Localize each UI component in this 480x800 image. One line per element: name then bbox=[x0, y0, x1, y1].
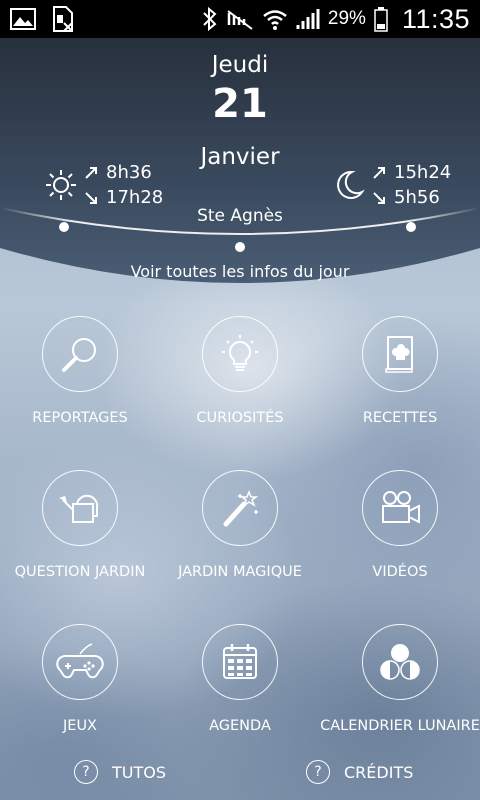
battery-percent: 29% bbox=[327, 8, 366, 29]
sunrise-time: 8h36 bbox=[106, 162, 152, 183]
battery-icon bbox=[374, 7, 388, 32]
sim-icon bbox=[53, 6, 73, 32]
set-arrow-icon bbox=[85, 191, 97, 204]
tutos-button[interactable]: ? TUTOS bbox=[74, 760, 166, 784]
menu-item-agenda[interactable]: AGENDA bbox=[160, 624, 320, 734]
clock: 11:35 bbox=[401, 3, 470, 34]
wifi-icon bbox=[263, 10, 287, 30]
mute-icon bbox=[227, 10, 253, 30]
menu-item-jardin-magique[interactable]: JARDIN MAGIQUE bbox=[160, 470, 320, 580]
calendar-icon bbox=[223, 644, 257, 679]
rise-arrow-icon bbox=[85, 166, 97, 179]
menu-icon-circle bbox=[42, 470, 118, 546]
tutos-label: TUTOS bbox=[112, 762, 167, 782]
rise-arrow-icon bbox=[373, 166, 385, 179]
moonset-time: 5h56 bbox=[394, 187, 440, 208]
menu-label: CURIOSITÉS bbox=[196, 410, 284, 426]
magic-wand-icon bbox=[223, 489, 259, 527]
help-icon: ? bbox=[74, 760, 98, 784]
menu-label: JARDIN MAGIQUE bbox=[178, 564, 302, 580]
menu-icon-circle bbox=[362, 316, 438, 392]
magnifier-icon bbox=[62, 338, 96, 372]
status-bar: 29% 11:35 bbox=[0, 0, 480, 38]
menu-label: CALENDRIER LUNAIRE bbox=[320, 718, 480, 734]
watering-can-icon bbox=[59, 494, 99, 523]
set-arrow-icon bbox=[373, 191, 385, 204]
menu-item-jeux[interactable]: JEUX bbox=[0, 624, 160, 734]
menu-icon-circle bbox=[202, 316, 278, 392]
date-block[interactable]: Jeudi 21 bbox=[0, 52, 480, 128]
moonrise-time: 15h24 bbox=[394, 162, 452, 183]
menu-label: VIDÉOS bbox=[372, 564, 428, 580]
menu-icon-circle bbox=[362, 624, 438, 700]
sun-icon bbox=[46, 170, 76, 200]
menu-label: JEUX bbox=[63, 718, 97, 734]
menu-icon-circle bbox=[202, 624, 278, 700]
video-camera-icon bbox=[382, 491, 420, 524]
menu-label: RECETTES bbox=[362, 410, 438, 426]
moon-times: 15h24 5h56 bbox=[332, 160, 451, 210]
day-name: Jeudi bbox=[211, 52, 269, 78]
recipe-book-icon bbox=[385, 336, 413, 373]
credits-button[interactable]: ? CRÉDITS bbox=[306, 760, 413, 784]
menu-item-curiosites[interactable]: CURIOSITÉS bbox=[160, 316, 320, 426]
signal-icon bbox=[296, 9, 320, 29]
menu-icon-circle bbox=[42, 316, 118, 392]
credits-label: CRÉDITS bbox=[344, 762, 414, 782]
help-icon: ? bbox=[306, 760, 330, 784]
menu-icon-circle bbox=[202, 470, 278, 546]
menu-icon-circle bbox=[42, 624, 118, 700]
moon-phases-icon bbox=[380, 644, 420, 680]
menu-item-recettes[interactable]: RECETTES bbox=[320, 316, 480, 426]
menu-item-videos[interactable]: VIDÉOS bbox=[320, 470, 480, 580]
menu-label: AGENDA bbox=[209, 718, 271, 734]
menu-item-calendrier-lunaire[interactable]: CALENDRIER LUNAIRE bbox=[320, 624, 480, 734]
sunset-time: 17h28 bbox=[106, 187, 164, 208]
menu-icon-circle bbox=[362, 470, 438, 546]
current-dot bbox=[235, 242, 245, 252]
menu-label: QUESTION JARDIN bbox=[14, 564, 146, 580]
saint-of-day: Ste Agnès bbox=[197, 206, 283, 226]
menu-label: REPORTAGES bbox=[32, 410, 128, 426]
menu-item-reportages[interactable]: REPORTAGES bbox=[0, 316, 160, 426]
bluetooth-icon bbox=[203, 7, 217, 31]
gamepad-icon bbox=[56, 643, 104, 679]
menu-item-question-jardin[interactable]: QUESTION JARDIN bbox=[0, 470, 160, 580]
moon-icon bbox=[337, 170, 365, 199]
day-number: 21 bbox=[212, 81, 268, 127]
sun-times: 8h36 17h28 bbox=[44, 160, 163, 210]
image-icon bbox=[10, 8, 36, 30]
day-info-link[interactable]: Voir toutes les infos du jour bbox=[0, 262, 480, 281]
lightbulb-icon bbox=[222, 335, 258, 371]
